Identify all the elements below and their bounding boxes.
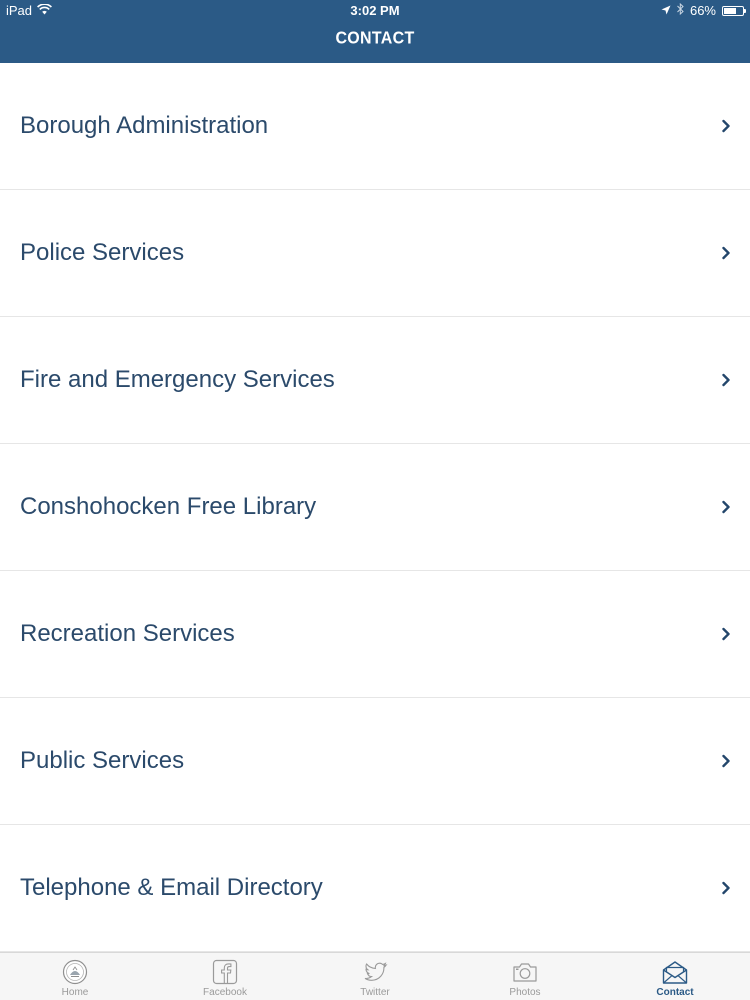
- list-item-public-services[interactable]: Public Services: [0, 698, 750, 825]
- list-item-fire-and-emergency-services[interactable]: Fire and Emergency Services: [0, 317, 750, 444]
- tab-facebook[interactable]: Facebook: [150, 953, 300, 1000]
- list-item-label: Police Services: [20, 239, 185, 266]
- page-title: CONTACT: [335, 29, 415, 48]
- chevron-right-icon: [722, 754, 730, 768]
- chevron-right-icon: [722, 881, 730, 895]
- status-bar: iPad 3:02 PM 66%: [0, 0, 750, 22]
- status-right: 66%: [661, 0, 746, 22]
- chevron-right-icon: [722, 373, 730, 387]
- tab-photos[interactable]: Photos: [450, 953, 600, 1000]
- app-screen: iPad 3:02 PM 66% CONTACT Borough Adminis…: [0, 0, 750, 1000]
- battery-percent: 66%: [689, 3, 716, 18]
- tab-twitter[interactable]: Twitter: [300, 953, 450, 1000]
- top-bar: iPad 3:02 PM 66% CONTACT: [0, 0, 750, 63]
- bluetooth-icon: [677, 0, 684, 22]
- list-item-police-services[interactable]: Police Services: [0, 190, 750, 317]
- tab-contact[interactable]: Contact: [600, 953, 750, 1000]
- list-item-label: Public Services: [20, 747, 185, 774]
- list-item-telephone-email-directory[interactable]: Telephone & Email Directory: [0, 825, 750, 952]
- tab-label: Home: [61, 987, 89, 998]
- contact-list: Borough Administration Police Services F…: [0, 63, 750, 952]
- list-item-label: Telephone & Email Directory: [20, 874, 323, 901]
- list-item-borough-administration[interactable]: Borough Administration: [0, 63, 750, 190]
- list-item-conshohocken-free-library[interactable]: Conshohocken Free Library: [0, 444, 750, 571]
- tab-label: Facebook: [203, 987, 247, 998]
- list-item-recreation-services[interactable]: Recreation Services: [0, 571, 750, 698]
- envelope-icon: [662, 961, 688, 984]
- list-item-label: Conshohocken Free Library: [20, 493, 317, 520]
- tab-home[interactable]: Home: [0, 953, 150, 1000]
- chevron-right-icon: [722, 119, 730, 133]
- tab-label: Photos: [509, 987, 541, 998]
- twitter-icon: [364, 962, 388, 981]
- list-item-label: Fire and Emergency Services: [20, 366, 335, 393]
- chevron-right-icon: [722, 627, 730, 641]
- chevron-right-icon: [722, 500, 730, 514]
- chevron-right-icon: [722, 246, 730, 260]
- tab-label: Twitter: [360, 987, 390, 998]
- status-time: 3:02 PM: [350, 3, 400, 18]
- home-seal-icon: [62, 959, 88, 985]
- list-item-label: Borough Administration: [20, 112, 269, 139]
- tab-label: Contact: [656, 987, 694, 998]
- location-icon: [661, 0, 671, 22]
- camera-icon: [513, 963, 537, 982]
- tab-bar: Home Facebook Twitter Photos Contact: [0, 952, 750, 1000]
- facebook-icon: [212, 959, 238, 985]
- list-item-label: Recreation Services: [20, 620, 235, 647]
- battery-icon: [722, 6, 746, 16]
